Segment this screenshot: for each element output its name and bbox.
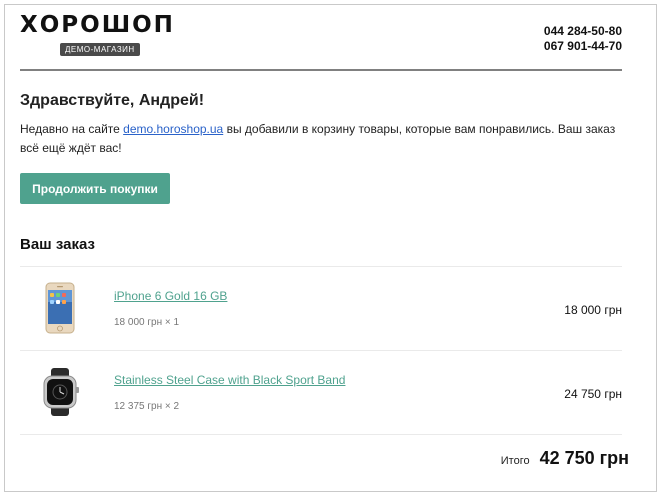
intro-message: Недавно на сайте demo.horoshop.ua вы доб… (20, 120, 625, 158)
total-value: 42 750 грн (539, 448, 629, 468)
order-item: iPhone 6 Gold 16 GB 18 000 грн × 1 18 00… (20, 267, 622, 350)
site-link[interactable]: demo.horoshop.ua (123, 122, 223, 136)
order-item: Stainless Steel Case with Black Sport Ba… (20, 351, 622, 434)
contact-phones: 044 284-50-80 067 901-44-70 (544, 24, 622, 54)
iphone-icon[interactable] (34, 281, 86, 335)
message-text-start: Недавно на сайте (20, 122, 124, 136)
email-header: ХОРОШОП ДЕМО-МАГАЗИН 044 284-50-80 067 9… (20, 12, 622, 74)
header-divider (20, 69, 622, 71)
product-name-link[interactable]: iPhone 6 Gold 16 GB (114, 289, 227, 303)
phone-number-2[interactable]: 067 901-44-70 (544, 39, 622, 54)
phone-number-1[interactable]: 044 284-50-80 (544, 24, 622, 39)
store-logo[interactable]: ХОРОШОП (20, 12, 175, 38)
order-total: Итого 42 750 грн (501, 448, 629, 469)
continue-shopping-button[interactable]: Продолжить покупки (20, 173, 170, 204)
product-quantity: 12 375 грн × 2 (114, 401, 180, 412)
store-logo-subtitle: ДЕМО-МАГАЗИН (60, 43, 140, 56)
greeting-heading: Здравствуйте, Андрей! (20, 92, 205, 109)
product-name-link[interactable]: Stainless Steel Case with Black Sport Ba… (114, 373, 345, 387)
product-quantity: 18 000 грн × 1 (114, 317, 180, 328)
watch-icon[interactable] (34, 365, 86, 419)
order-separator (20, 434, 622, 435)
product-price: 24 750 грн (564, 387, 622, 401)
product-price: 18 000 грн (564, 303, 622, 317)
total-label: Итого (500, 455, 530, 467)
order-title: Ваш заказ (20, 236, 95, 253)
